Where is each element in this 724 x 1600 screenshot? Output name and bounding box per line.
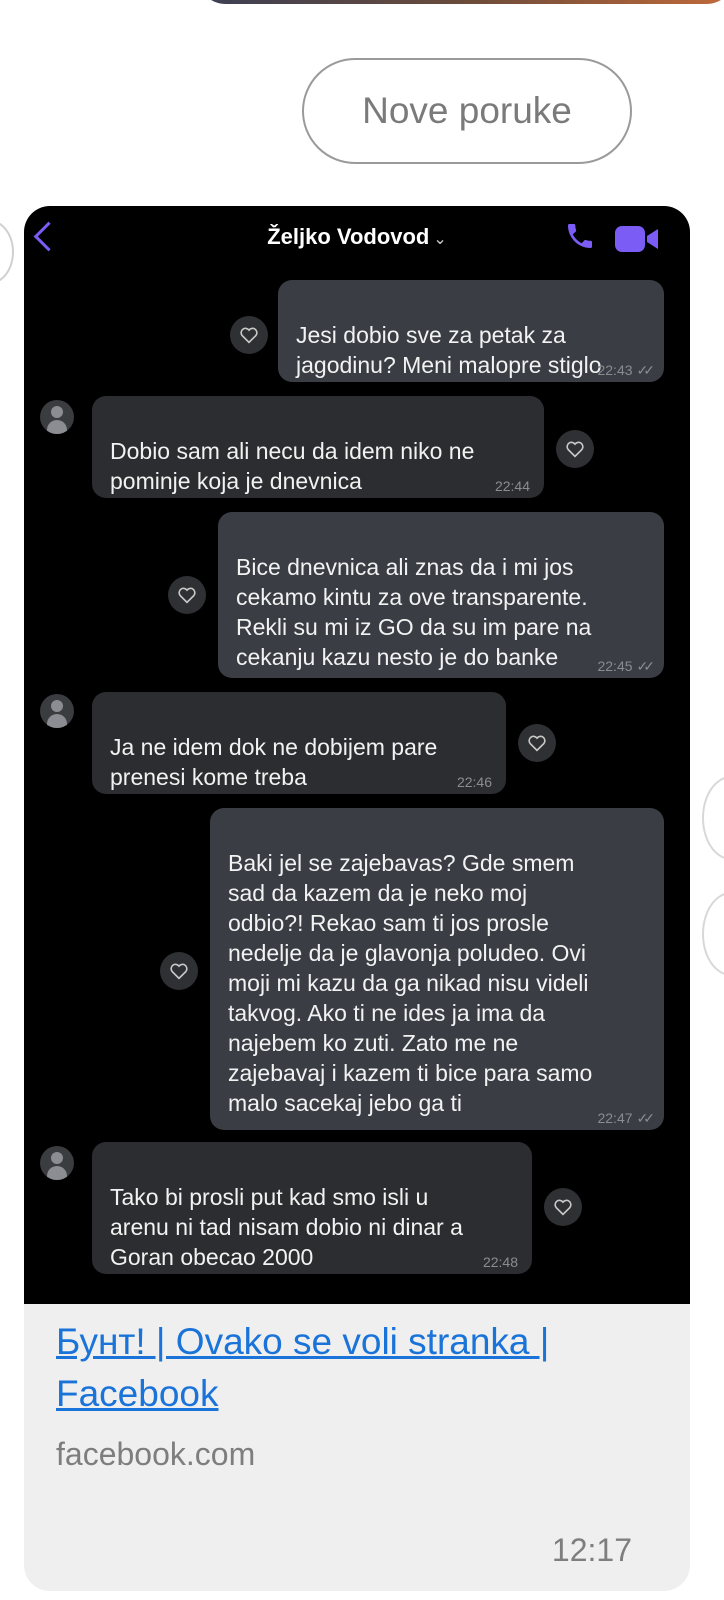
double-check-icon: ✓✓	[636, 1110, 656, 1126]
contact-name: Željko Vodovod	[267, 224, 430, 249]
user-avatar-icon[interactable]	[40, 694, 74, 728]
double-check-icon: ✓✓	[636, 658, 656, 674]
user-avatar-icon[interactable]	[40, 400, 74, 434]
message-timestamp: 12:17	[551, 1532, 632, 1568]
link-preview-title[interactable]: Бунт! | Ovako se voli stranka | Facebook	[56, 1316, 656, 1420]
heart-icon[interactable]	[230, 316, 268, 354]
heart-icon[interactable]	[544, 1188, 582, 1226]
message-bubble-outgoing[interactable]: Bice dnevnica ali znas da i mi jos cekam…	[218, 512, 664, 678]
message-text: Dobio sam ali necu da idem niko ne pomin…	[110, 438, 475, 494]
side-button-left[interactable]	[0, 220, 14, 284]
message-time: 22:45 ✓✓	[597, 658, 656, 674]
message-time: 22:48	[482, 1254, 518, 1270]
chat-screenshot: Željko Vodovod ⌄ Jesi dobio sve za petak …	[24, 206, 690, 1304]
side-button-right-1[interactable]	[702, 776, 724, 860]
heart-icon[interactable]	[160, 952, 198, 990]
double-check-icon: ✓✓	[636, 362, 656, 378]
message-time: 22:44	[494, 478, 530, 494]
heart-icon[interactable]	[518, 724, 556, 762]
message-card[interactable]: Željko Vodovod ⌄ Jesi dobio sve za petak …	[24, 206, 690, 1591]
message-time: 22:43 ✓✓	[597, 362, 656, 378]
heart-icon[interactable]	[168, 576, 206, 614]
chat-header: Željko Vodovod ⌄	[24, 206, 690, 272]
message-text: Ja ne idem dok ne dobijem pare prenesi k…	[110, 734, 438, 790]
message-bubble-outgoing[interactable]: Baki jel se zajebavas? Gde smem sad da k…	[210, 808, 664, 1130]
user-avatar-icon[interactable]	[40, 1146, 74, 1180]
message-bubble-incoming[interactable]: Tako bi prosli put kad smo isli u arenu …	[92, 1142, 532, 1274]
message-bubble-incoming[interactable]: Ja ne idem dok ne dobijem pare prenesi k…	[92, 692, 506, 794]
message-time: 22:47 ✓✓	[597, 1110, 656, 1126]
message-text: Bice dnevnica ali znas da i mi jos cekam…	[236, 554, 592, 670]
chevron-down-icon: ⌄	[433, 231, 447, 248]
new-messages-button[interactable]: Nove poruke	[302, 58, 632, 164]
message-text: Tako bi prosli put kad smo isli u arenu …	[110, 1184, 463, 1270]
message-time: 22:46	[456, 774, 492, 790]
side-button-right-2[interactable]	[702, 892, 724, 976]
message-text: Baki jel se zajebavas? Gde smem sad da k…	[228, 850, 593, 1116]
message-text: Jesi dobio sve za petak za jagodinu? Men…	[296, 322, 602, 378]
video-camera-icon[interactable]	[614, 224, 660, 254]
message-bubble-incoming[interactable]: Dobio sam ali necu da idem niko ne pomin…	[92, 396, 544, 498]
phone-icon[interactable]	[564, 220, 596, 252]
image-top-edge	[196, 0, 724, 4]
link-preview-domain: facebook.com	[56, 1436, 256, 1472]
message-bubble-outgoing[interactable]: Jesi dobio sve za petak za jagodinu? Men…	[278, 280, 664, 382]
heart-icon[interactable]	[556, 430, 594, 468]
